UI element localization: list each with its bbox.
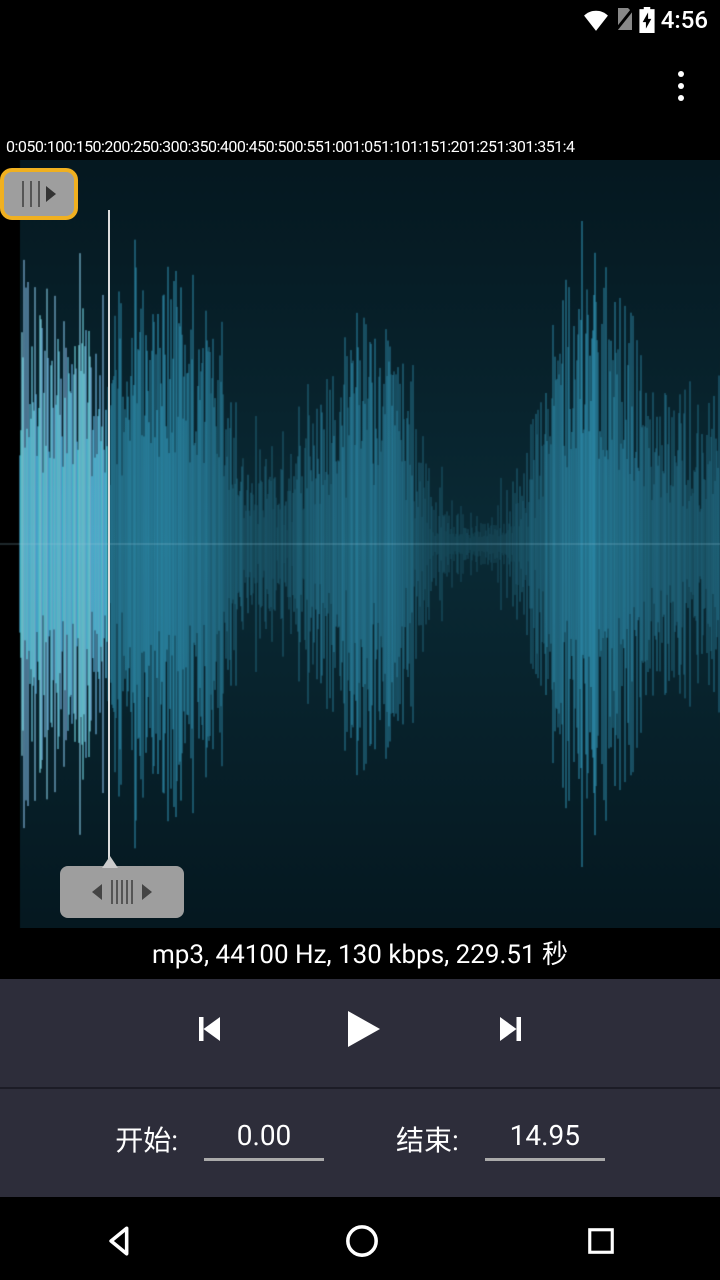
- overflow-menu-icon[interactable]: [670, 63, 692, 109]
- skip-previous-button[interactable]: [190, 1011, 226, 1047]
- recent-apps-button[interactable]: [586, 1226, 616, 1256]
- start-time-input[interactable]: 0.00: [204, 1117, 324, 1161]
- time-inputs: 开始: 0.00 结束: 14.95: [0, 1089, 720, 1197]
- app-bar: [0, 40, 720, 132]
- selection-start-handle[interactable]: [0, 168, 78, 220]
- home-button[interactable]: [345, 1224, 379, 1258]
- chevron-left-icon: [92, 884, 102, 900]
- status-bar: 4:56: [0, 0, 720, 40]
- time-ruler[interactable]: 0:050:100:150:200:250:300:350:400:450:50…: [0, 132, 720, 160]
- navigation-bar: [0, 1202, 720, 1280]
- back-button[interactable]: [104, 1224, 138, 1258]
- end-time-input[interactable]: 14.95: [485, 1117, 605, 1161]
- wifi-icon: [583, 9, 609, 31]
- play-button[interactable]: [336, 1005, 384, 1053]
- end-label: 结束:: [396, 1119, 459, 1159]
- selection-end-marker[interactable]: [108, 210, 110, 878]
- start-label: 开始:: [115, 1119, 178, 1159]
- playback-controls: [0, 979, 720, 1087]
- battery-charging-icon: [639, 7, 655, 33]
- file-info-label: mp3, 44100 Hz, 130 kbps, 229.51 秒: [0, 928, 720, 979]
- selection-end-handle[interactable]: [60, 866, 184, 918]
- no-sim-icon: [613, 8, 635, 32]
- waveform-editor[interactable]: [0, 160, 720, 928]
- clock: 4:56: [661, 6, 708, 34]
- skip-next-button[interactable]: [494, 1011, 530, 1047]
- chevron-right-icon: [46, 186, 56, 202]
- control-panel: 开始: 0.00 结束: 14.95: [0, 979, 720, 1197]
- chevron-right-icon: [142, 884, 152, 900]
